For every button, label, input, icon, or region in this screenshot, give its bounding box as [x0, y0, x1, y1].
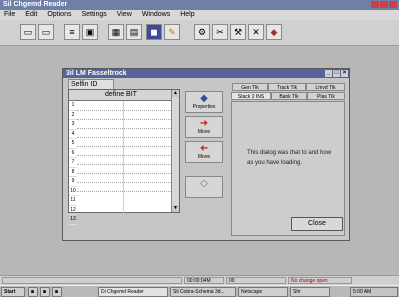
row-line — [77, 164, 173, 165]
extra-icon: ◇ — [200, 178, 208, 189]
child-title: 3il LM Fasseltrock — [66, 70, 127, 77]
row-numbers: 1 2 3 4 5 6 7 8 9 10 11 12 13 — [69, 101, 77, 225]
move-right-icon: ➜ — [199, 118, 209, 129]
window-icon[interactable]: ▣ — [82, 24, 98, 40]
tab-lmvd[interactable]: Lmvd Tlk — [306, 83, 345, 91]
row-number: 1 — [69, 101, 77, 111]
child-titlebar: 3il LM Fasseltrock _ □ × — [63, 69, 349, 78]
tab-bank[interactable]: Bank Tlk — [271, 92, 307, 100]
properties-label: Properties — [192, 104, 216, 110]
table-scrollbar[interactable]: ▲ ▼ — [171, 90, 179, 212]
close-button[interactable]: Close — [291, 217, 343, 231]
move-left-label: Move — [197, 154, 211, 160]
network-icon[interactable]: ≡ — [64, 24, 80, 40]
row-number: 10 — [69, 187, 77, 196]
status-bar: 00:00:04M 00 No change open — [0, 275, 399, 285]
tab-gen[interactable]: Gen Tlk — [232, 83, 268, 91]
row-number: 3 — [69, 120, 77, 130]
clock: 5:00 AM — [350, 287, 398, 297]
minimize-icon[interactable] — [371, 1, 379, 8]
row-number: 5 — [69, 139, 77, 149]
row-line — [77, 182, 173, 183]
tab-plas[interactable]: Plas Tlk — [307, 92, 345, 100]
move-left-button[interactable]: ➜ Move — [185, 141, 223, 163]
copy-icon[interactable]: ✂ — [212, 24, 228, 40]
taskbar-item-cobra[interactable]: Sil Cobra-Schema 3d... — [170, 287, 236, 297]
row-number: 12 — [69, 206, 77, 215]
taskbar-item-reader[interactable]: Di Chgemd Reader — [98, 287, 168, 297]
child-minimize-icon[interactable]: _ — [325, 70, 332, 77]
close-doc-icon[interactable]: ✕ — [248, 24, 264, 40]
move-right-button[interactable]: ➜ Move — [185, 116, 223, 138]
menu-edit[interactable]: Edit — [25, 10, 37, 19]
menu-windows[interactable]: Windows — [142, 10, 170, 19]
app-titlebar: Sil Chgemd Reader — [0, 0, 399, 10]
row-line — [77, 173, 173, 174]
taskbar-item-netscape[interactable]: Netscape — [238, 287, 288, 297]
quicklaunch-icon[interactable]: ◙ — [40, 287, 50, 297]
tab-stack[interactable]: Stack 2 INS — [231, 92, 271, 100]
properties-button[interactable]: ◆ Properties — [185, 91, 223, 113]
taskbar: Start ◙ ◙ ◙ Di Chgemd Reader Sil Cobra-S… — [0, 285, 399, 297]
move-right-label: Move — [197, 129, 211, 135]
open-icon[interactable]: ▭ — [20, 24, 36, 40]
save-icon[interactable]: ▭ — [38, 24, 54, 40]
row-number: 8 — [69, 168, 77, 177]
table-header: define BIT — [69, 90, 173, 101]
taskbar-item-shr[interactable]: Shr — [290, 287, 330, 297]
row-line — [77, 128, 173, 129]
book-icon[interactable]: ◆ — [266, 24, 282, 40]
row-number: 13 — [69, 215, 77, 225]
print-icon[interactable]: ✎ — [164, 24, 180, 40]
tab-track[interactable]: Track Tlk — [268, 83, 306, 91]
row-number: 2 — [69, 111, 77, 120]
row-number: 9 — [69, 177, 77, 187]
quicklaunch-icon[interactable]: ◙ — [52, 287, 62, 297]
row-line — [77, 110, 173, 111]
menu-settings[interactable]: Settings — [81, 10, 106, 19]
tab-selfin-id[interactable]: Selfin ID — [68, 79, 114, 89]
row-number: 7 — [69, 158, 77, 168]
status-time: 00:00:04M — [184, 277, 224, 284]
status-count: 00 — [226, 277, 286, 284]
extra-button[interactable]: ◇ — [185, 176, 223, 198]
table-icon[interactable]: ▦ — [108, 24, 124, 40]
start-button[interactable]: Start — [1, 287, 25, 297]
properties-icon: ◆ — [200, 93, 208, 104]
quicklaunch-icon[interactable]: ◙ — [28, 287, 38, 297]
child-maximize-icon[interactable]: □ — [333, 70, 340, 77]
status-main — [2, 277, 182, 284]
menu-file[interactable]: File — [4, 10, 15, 19]
data-table[interactable]: define BIT 1 2 3 4 5 6 7 8 9 10 11 12 13… — [68, 89, 180, 225]
child-close-icon[interactable]: × — [341, 70, 348, 77]
row-line — [77, 119, 173, 120]
row-number: 6 — [69, 149, 77, 158]
signal-icon[interactable]: ◼ — [146, 24, 162, 40]
menu-help[interactable]: Help — [180, 10, 194, 19]
app-title: Sil Chgemd Reader — [3, 1, 68, 8]
status-message: No change open — [288, 277, 352, 284]
panel-description: This dialog was that to and how as you h… — [247, 150, 332, 166]
row-number: 11 — [69, 196, 77, 206]
tool-icon[interactable]: ⚙ — [194, 24, 210, 40]
row-line — [77, 146, 173, 147]
scroll-up-icon[interactable]: ▲ — [172, 90, 179, 97]
menu-options[interactable]: Options — [47, 10, 71, 19]
toolbar: ▭ ▭ ≡ ▣ ▦ ▤ ◼ ✎ ⚙ ✂ ⚒ ✕ ◆ — [0, 20, 399, 46]
move-left-icon: ➜ — [199, 143, 209, 154]
tab-panel — [231, 101, 345, 236]
maximize-icon[interactable] — [380, 1, 388, 8]
menu-view[interactable]: View — [117, 10, 132, 19]
chart-icon[interactable]: ▤ — [126, 24, 142, 40]
row-number: 4 — [69, 130, 77, 139]
close-icon[interactable] — [389, 1, 397, 8]
row-line — [77, 155, 173, 156]
row-line — [77, 137, 173, 138]
settings-icon[interactable]: ⚒ — [230, 24, 246, 40]
scroll-down-icon[interactable]: ▼ — [172, 205, 179, 212]
menubar: File Edit Options Settings View Windows … — [0, 10, 399, 19]
column-divider — [123, 101, 124, 213]
row-line — [77, 191, 173, 192]
